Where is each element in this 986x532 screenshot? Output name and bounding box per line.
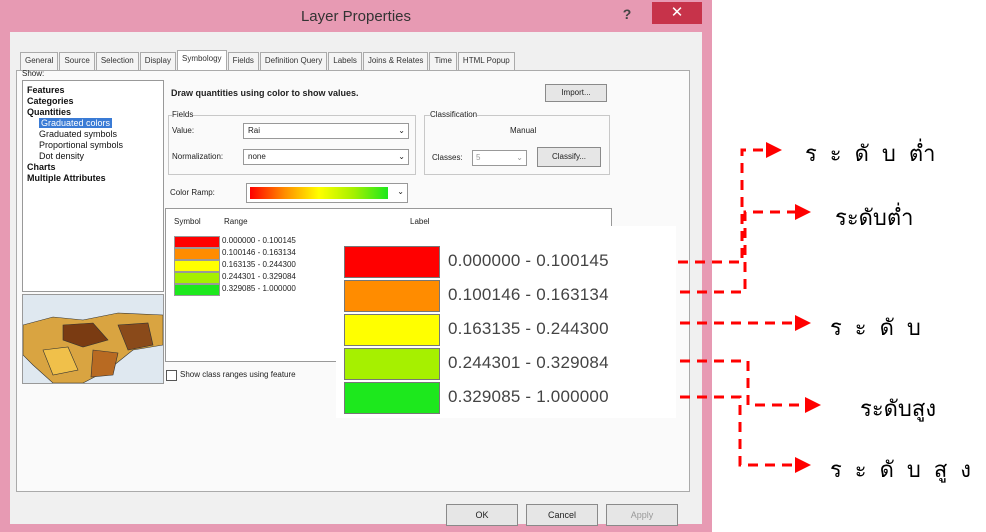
arrow-path-5 xyxy=(680,395,795,467)
arrow-path-1 xyxy=(678,148,766,264)
annotation-level-1: ร ะ ดั บ ต่ำ xyxy=(805,142,939,167)
annotation-level-4: ระดับสูง xyxy=(860,397,937,422)
arrow-head-5 xyxy=(795,457,811,473)
annotation-level-5: ร ะ ดั บ สู ง xyxy=(830,458,975,483)
arrow-head-3 xyxy=(795,315,811,331)
arrow-head-2 xyxy=(795,204,811,220)
annotation-level-3: ร ะ ดั บ xyxy=(830,316,924,341)
arrow-path-2 xyxy=(680,210,795,294)
annotation-level-2: ระดับต่ำ xyxy=(835,206,914,231)
arrow-head-4 xyxy=(805,397,821,413)
arrow-head-1 xyxy=(766,142,782,158)
